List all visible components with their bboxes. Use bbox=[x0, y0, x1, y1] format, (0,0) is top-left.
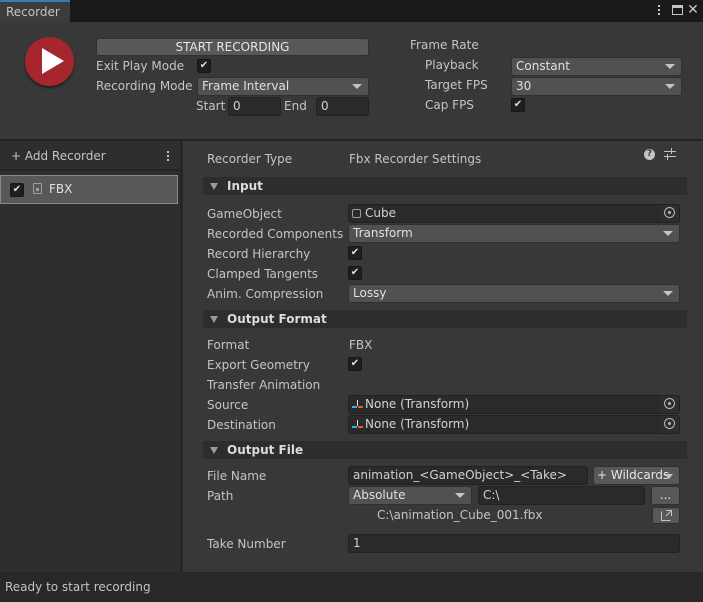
file-name-input[interactable]: animation_<GameObject>_<Take> bbox=[348, 466, 588, 485]
chevron-down-icon bbox=[455, 493, 465, 498]
recorder-list-item-fbx[interactable]: ✔ FBX bbox=[0, 175, 178, 204]
sidebar-menu-icon[interactable] bbox=[165, 150, 171, 164]
tab-title: Recorder bbox=[6, 5, 60, 19]
transform-icon bbox=[352, 399, 363, 410]
format-label: Format bbox=[207, 338, 250, 352]
maximize-icon[interactable] bbox=[672, 5, 683, 15]
chevron-down-icon bbox=[665, 84, 675, 89]
open-folder-button[interactable] bbox=[652, 507, 680, 524]
section-header-output-format[interactable]: Output Format bbox=[203, 310, 687, 328]
export-geometry-checkbox[interactable]: ✔ bbox=[348, 357, 362, 371]
cap-fps-label: Cap FPS bbox=[425, 98, 474, 112]
clamped-tangents-checkbox[interactable]: ✔ bbox=[348, 266, 362, 280]
chevron-down-icon bbox=[665, 474, 673, 479]
foldout-triangle-icon bbox=[210, 316, 218, 323]
cube-icon bbox=[352, 209, 361, 218]
take-number-label: Take Number bbox=[207, 537, 286, 551]
file-name-label: File Name bbox=[207, 469, 267, 483]
section-header-input[interactable]: Input bbox=[203, 177, 687, 195]
frame-rate-label: Frame Rate bbox=[410, 38, 479, 52]
cap-fps-checkbox[interactable]: ✔ bbox=[511, 98, 525, 112]
browse-button[interactable]: ... bbox=[651, 486, 680, 505]
recorder-enabled-checkbox[interactable]: ✔ bbox=[10, 183, 24, 197]
record-hierarchy-label: Record Hierarchy bbox=[207, 247, 311, 261]
title-bar bbox=[0, 0, 703, 22]
path-type-dropdown[interactable]: Absolute bbox=[348, 486, 472, 505]
source-field[interactable]: None (Transform) bbox=[348, 395, 680, 414]
destination-field[interactable]: None (Transform) bbox=[348, 415, 680, 434]
foldout-triangle-icon bbox=[210, 183, 218, 190]
record-hierarchy-checkbox[interactable]: ✔ bbox=[348, 246, 362, 260]
start-frame-input[interactable]: 0 bbox=[228, 97, 281, 116]
add-recorder-button[interactable]: + Add Recorder bbox=[11, 149, 106, 163]
path-label: Path bbox=[207, 489, 234, 503]
object-picker-icon[interactable] bbox=[661, 396, 679, 413]
sidebar bbox=[0, 141, 180, 572]
file-icon bbox=[33, 183, 42, 194]
exit-play-mode-label: Exit Play Mode bbox=[96, 59, 185, 73]
destination-label: Destination bbox=[207, 418, 276, 432]
wildcards-button[interactable]: + Wildcards bbox=[593, 466, 680, 485]
format-value: FBX bbox=[349, 338, 373, 352]
transfer-animation-label: Transfer Animation bbox=[207, 378, 321, 392]
chevron-down-icon bbox=[665, 64, 675, 69]
playback-label: Playback bbox=[425, 58, 479, 72]
end-frame-input[interactable]: 0 bbox=[316, 97, 369, 116]
gameobject-label: GameObject bbox=[207, 207, 282, 221]
recorder-name: FBX bbox=[49, 182, 73, 196]
anim-compression-label: Anim. Compression bbox=[207, 287, 324, 301]
recording-mode-label: Recording Mode bbox=[96, 79, 193, 93]
status-bar: Ready to start recording bbox=[0, 572, 703, 602]
object-picker-icon[interactable] bbox=[661, 205, 679, 222]
target-fps-dropdown[interactable]: 30 bbox=[511, 77, 682, 96]
help-icon[interactable]: ? bbox=[644, 149, 655, 160]
chevron-down-icon bbox=[352, 84, 362, 89]
recording-mode-dropdown[interactable]: Frame Interval bbox=[197, 77, 369, 96]
export-geometry-label: Export Geometry bbox=[207, 358, 310, 372]
recorded-components-label: Recorded Components bbox=[207, 227, 344, 241]
end-label: End bbox=[284, 99, 307, 113]
status-message: Ready to start recording bbox=[5, 580, 151, 594]
chevron-down-icon bbox=[663, 291, 673, 296]
section-header-output-file[interactable]: Output File bbox=[203, 441, 687, 459]
close-icon[interactable]: ✕ bbox=[687, 2, 699, 18]
foldout-triangle-icon bbox=[210, 447, 218, 454]
exit-play-mode-checkbox[interactable]: ✔ bbox=[197, 59, 211, 73]
transform-icon bbox=[352, 419, 363, 430]
tab-recorder[interactable]: Recorder bbox=[0, 0, 70, 22]
start-recording-button[interactable]: START RECORDING bbox=[96, 38, 369, 56]
source-label: Source bbox=[207, 398, 249, 412]
playback-dropdown[interactable]: Constant bbox=[511, 57, 682, 76]
start-label: Start bbox=[196, 99, 226, 113]
recorder-type-label: Recorder Type bbox=[207, 152, 293, 166]
gameobject-field[interactable]: Cube bbox=[348, 204, 680, 223]
recorded-components-dropdown[interactable]: Transform bbox=[348, 224, 680, 243]
recorder-type-value: Fbx Recorder Settings bbox=[349, 152, 482, 166]
object-picker-icon[interactable] bbox=[661, 416, 679, 433]
record-play-button[interactable] bbox=[25, 37, 74, 86]
target-fps-label: Target FPS bbox=[425, 78, 488, 92]
kebab-menu-icon[interactable] bbox=[656, 4, 662, 18]
play-icon bbox=[42, 48, 64, 74]
take-number-input[interactable]: 1 bbox=[348, 534, 680, 553]
anim-compression-dropdown[interactable]: Lossy bbox=[348, 284, 680, 303]
chevron-down-icon bbox=[663, 231, 673, 236]
resolved-output-path: C:\animation_Cube_001.fbx bbox=[377, 508, 543, 522]
path-input[interactable]: C:\ bbox=[478, 486, 645, 505]
clamped-tangents-label: Clamped Tangents bbox=[207, 267, 319, 281]
preset-settings-icon[interactable] bbox=[664, 148, 676, 160]
